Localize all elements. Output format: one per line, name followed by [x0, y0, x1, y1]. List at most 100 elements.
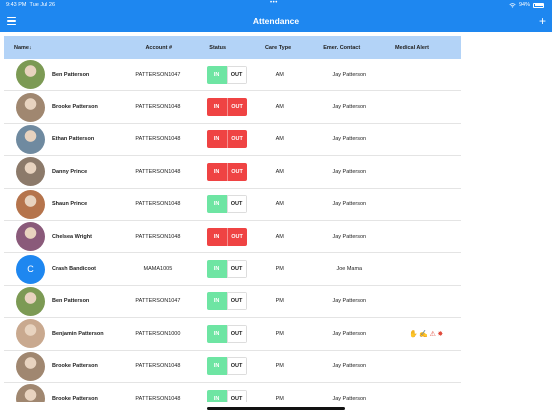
status-cell: IN OUT [201, 98, 252, 117]
check-in-toggle[interactable]: IN OUT [206, 389, 247, 402]
student-cell[interactable]: Chelsea Wright [4, 222, 115, 252]
table-row[interactable]: Ethan Patterson PATTERSON1048 IN OUT AM … [4, 124, 461, 157]
column-header-account: Account # [145, 44, 173, 51]
avatar[interactable]: C [16, 254, 45, 284]
table-row[interactable]: Ben Patterson PATTERSON1047 IN OUT PM Ja… [4, 286, 461, 319]
care-type: AM [275, 233, 284, 240]
avatar[interactable] [16, 319, 45, 349]
student-cell[interactable]: Ben Patterson [4, 60, 115, 90]
check-in-button[interactable]: IN [206, 65, 227, 84]
table-row[interactable]: Chelsea Wright PATTERSON1048 IN OUT AM J… [4, 221, 461, 254]
medical-alert-cell: ✋ ✍ ⚠ ✸ [391, 330, 461, 338]
status-cell: IN OUT [201, 227, 252, 246]
check-in-toggle[interactable]: IN OUT [206, 357, 247, 376]
medical-alert-icon[interactable]: ✍ [419, 330, 428, 338]
check-in-toggle[interactable]: IN OUT [206, 195, 247, 214]
attendance-table[interactable]: Name↓ Account # Status Care Type Emer. C… [4, 36, 461, 402]
account-number: PATTERSON1000 [135, 330, 181, 337]
table-row[interactable]: Brooke Patterson PATTERSON1048 IN OUT PM… [4, 383, 461, 402]
student-cell[interactable]: Brooke Patterson [4, 351, 115, 381]
student-cell[interactable]: Ben Patterson [4, 286, 115, 316]
check-in-toggle[interactable]: IN OUT [206, 260, 247, 279]
check-in-button[interactable]: IN [206, 324, 227, 343]
table-row[interactable]: Brooke Patterson PATTERSON1048 IN OUT AM… [4, 91, 461, 124]
home-indicator[interactable] [207, 407, 345, 410]
check-in-button[interactable]: IN [206, 130, 227, 149]
avatar[interactable] [16, 124, 45, 154]
check-out-button[interactable]: OUT [226, 324, 247, 343]
check-out-button[interactable]: OUT [226, 292, 247, 311]
student-name: Danny Prince [52, 168, 88, 175]
student-name: Ben Patterson [52, 298, 90, 305]
plus-icon[interactable]: + [539, 14, 546, 28]
medical-alert-icon[interactable]: ✸ [437, 330, 443, 338]
student-cell[interactable]: Brooke Patterson [4, 92, 115, 122]
check-in-button[interactable]: IN [206, 195, 227, 214]
check-out-button[interactable]: OUT [226, 227, 247, 246]
status-cell: IN OUT [201, 357, 252, 376]
check-in-toggle[interactable]: IN OUT [206, 227, 247, 246]
emergency-contact: Jay Patterson [332, 298, 367, 305]
check-in-toggle[interactable]: IN OUT [206, 65, 247, 84]
avatar[interactable] [16, 384, 45, 402]
student-cell[interactable]: Brooke Patterson [4, 384, 115, 402]
check-out-button[interactable]: OUT [226, 162, 247, 181]
avatar[interactable] [16, 92, 45, 122]
medical-alert-icon[interactable]: ✋ [409, 330, 418, 338]
care-type: AM [275, 168, 284, 175]
check-out-button[interactable]: OUT [226, 65, 247, 84]
account-number: MAMA1005 [143, 266, 173, 273]
check-out-button[interactable]: OUT [226, 98, 247, 117]
account-number: PATTERSON1048 [135, 363, 181, 370]
table-row[interactable]: Shaun Prince PATTERSON1048 IN OUT AM Jay… [4, 189, 461, 221]
check-in-toggle[interactable]: IN OUT [206, 324, 247, 343]
multitasking-dots[interactable]: ••• [270, 0, 278, 6]
account-number: PATTERSON1048 [135, 136, 181, 143]
check-out-button[interactable]: OUT [226, 260, 247, 279]
check-in-button[interactable]: IN [206, 357, 227, 376]
check-in-button[interactable]: IN [206, 227, 227, 246]
check-in-toggle[interactable]: IN OUT [206, 292, 247, 311]
table-row[interactable]: Ben Patterson PATTERSON1047 IN OUT AM Ja… [4, 59, 461, 92]
emergency-contact: Jay Patterson [332, 233, 367, 240]
student-name: Crash Bandicoot [52, 266, 97, 273]
care-type: PM [275, 298, 284, 305]
check-in-button[interactable]: IN [206, 389, 227, 402]
check-in-toggle[interactable]: IN OUT [206, 98, 247, 117]
student-cell[interactable]: Danny Prince [4, 157, 115, 187]
care-type: PM [275, 395, 284, 402]
account-number: PATTERSON1048 [135, 395, 181, 402]
check-in-button[interactable]: IN [206, 260, 227, 279]
student-cell[interactable]: Ethan Patterson [4, 124, 115, 154]
student-cell[interactable]: C Crash Bandicoot [4, 254, 115, 284]
check-in-button[interactable]: IN [206, 292, 227, 311]
status-cell: IN OUT [201, 130, 252, 149]
check-out-button[interactable]: OUT [226, 195, 247, 214]
avatar[interactable] [16, 351, 45, 381]
check-in-button[interactable]: IN [206, 162, 227, 181]
avatar[interactable] [16, 286, 45, 316]
care-type: PM [275, 330, 284, 337]
avatar[interactable] [16, 60, 45, 90]
check-out-button[interactable]: OUT [226, 389, 247, 402]
battery-icon [533, 2, 544, 8]
check-in-toggle[interactable]: IN OUT [206, 130, 247, 149]
emergency-contact: Jay Patterson [332, 363, 367, 370]
avatar[interactable] [16, 222, 45, 252]
status-right: 94% [509, 2, 544, 8]
table-row[interactable]: Brooke Patterson PATTERSON1048 IN OUT PM… [4, 351, 461, 383]
student-name: Chelsea Wright [52, 233, 92, 240]
table-row[interactable]: Danny Prince PATTERSON1048 IN OUT AM Jay… [4, 156, 461, 189]
check-in-button[interactable]: IN [206, 98, 227, 117]
check-out-button[interactable]: OUT [226, 130, 247, 149]
avatar[interactable] [16, 189, 45, 219]
table-row[interactable]: C Crash Bandicoot MAMA1005 IN OUT PM Joe … [4, 253, 461, 286]
medical-alert-icon[interactable]: ⚠ [430, 330, 436, 338]
table-row[interactable]: Benjamin Patterson PATTERSON1000 IN OUT … [4, 318, 461, 351]
avatar[interactable] [16, 157, 45, 187]
student-cell[interactable]: Shaun Prince [4, 189, 115, 219]
check-out-button[interactable]: OUT [226, 357, 247, 376]
column-header-name[interactable]: Name↓ [4, 45, 118, 51]
check-in-toggle[interactable]: IN OUT [206, 162, 247, 181]
student-cell[interactable]: Benjamin Patterson [4, 319, 115, 349]
